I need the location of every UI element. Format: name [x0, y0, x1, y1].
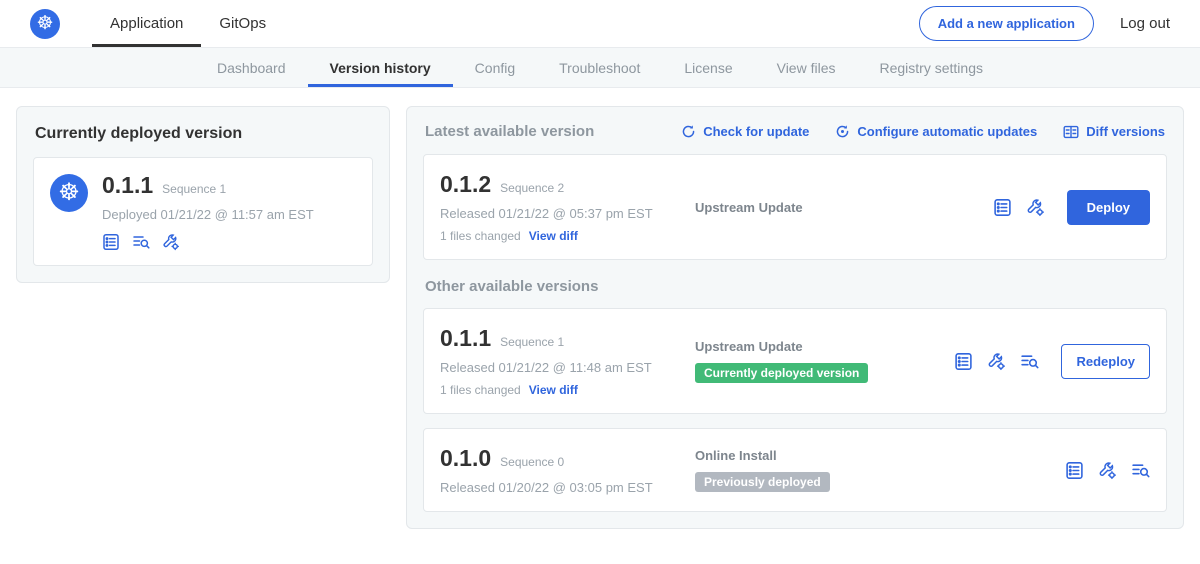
- version-source-label: Upstream Update: [695, 200, 930, 215]
- deployed-sequence-label: Sequence 1: [162, 182, 226, 196]
- currently-deployed-badge: Currently deployed version: [695, 363, 868, 383]
- release-notes-icon[interactable]: [1065, 461, 1084, 480]
- deployed-date: Deployed 01/21/22 @ 11:57 am EST: [102, 207, 314, 222]
- configure-automatic-updates-link[interactable]: Configure automatic updates: [835, 124, 1037, 140]
- subnav-item-dashboard[interactable]: Dashboard: [195, 48, 308, 87]
- subnav-item-view-files[interactable]: View files: [755, 48, 858, 87]
- tab-application[interactable]: Application: [92, 0, 201, 47]
- deployed-version-card: ☸ 0.1.1 Sequence 1 Deployed 01/21/22 @ 1…: [33, 157, 373, 266]
- diff-icon[interactable]: [1131, 461, 1150, 480]
- diff-versions-label: Diff versions: [1086, 124, 1165, 139]
- check-for-update-link[interactable]: Check for update: [681, 124, 809, 140]
- logout-button[interactable]: Log out: [1120, 15, 1170, 32]
- diff-icon[interactable]: [1020, 352, 1039, 371]
- config-icon[interactable]: [1098, 461, 1117, 480]
- subnav-item-license[interactable]: License: [662, 48, 754, 87]
- diff-versions-link[interactable]: Diff versions: [1063, 124, 1165, 140]
- view-diff-link[interactable]: View diff: [529, 383, 578, 397]
- version-number: 0.1.2: [440, 171, 491, 198]
- available-versions-panel: Latest available version Check for updat…: [406, 106, 1184, 529]
- deployed-version-number: 0.1.1: [102, 172, 153, 199]
- configure-automatic-updates-label: Configure automatic updates: [857, 124, 1037, 139]
- add-new-application-button[interactable]: Add a new application: [919, 6, 1094, 41]
- version-source-label: Online Install: [695, 448, 930, 463]
- subnav-item-config[interactable]: Config: [453, 48, 537, 87]
- latest-available-title: Latest available version: [425, 123, 594, 140]
- subnav-item-registry-settings[interactable]: Registry settings: [858, 48, 1005, 87]
- diff-versions-icon: [1063, 124, 1079, 140]
- released-date: Released 01/20/22 @ 03:05 pm EST: [440, 480, 695, 495]
- release-notes-icon[interactable]: [102, 233, 120, 251]
- tab-gitops[interactable]: GitOps: [201, 0, 284, 47]
- version-number: 0.1.0: [440, 445, 491, 472]
- deploy-button[interactable]: Deploy: [1067, 190, 1150, 225]
- app-icon: ☸: [50, 174, 88, 212]
- files-changed-label: 1 files changed: [440, 229, 521, 243]
- version-number: 0.1.1: [440, 325, 491, 352]
- sequence-label: Sequence 1: [500, 335, 564, 349]
- sequence-label: Sequence 0: [500, 455, 564, 469]
- version-card-011: 0.1.1 Sequence 1 Released 01/21/22 @ 11:…: [423, 308, 1167, 414]
- config-icon[interactable]: [1026, 198, 1045, 217]
- auto-update-icon: [835, 124, 850, 139]
- redeploy-button[interactable]: Redeploy: [1061, 344, 1150, 379]
- released-date: Released 01/21/22 @ 05:37 pm EST: [440, 206, 695, 221]
- kubernetes-logo-icon: ☸: [30, 9, 60, 39]
- other-versions-title: Other available versions: [425, 278, 1165, 295]
- config-icon[interactable]: [987, 352, 1006, 371]
- subnav-item-version-history[interactable]: Version history: [308, 48, 453, 87]
- subnav-item-troubleshoot[interactable]: Troubleshoot: [537, 48, 662, 87]
- latest-version-card: 0.1.2 Sequence 2 Released 01/21/22 @ 05:…: [423, 154, 1167, 260]
- release-notes-icon[interactable]: [993, 198, 1012, 217]
- sequence-label: Sequence 2: [500, 181, 564, 195]
- previously-deployed-badge: Previously deployed: [695, 472, 830, 492]
- currently-deployed-title: Currently deployed version: [35, 125, 373, 143]
- check-for-update-label: Check for update: [703, 124, 809, 139]
- main-content: Currently deployed version ☸ 0.1.1 Seque…: [0, 88, 1200, 547]
- refresh-icon: [681, 124, 696, 139]
- release-notes-icon[interactable]: [954, 352, 973, 371]
- app-subnav: Dashboard Version history Config Trouble…: [0, 48, 1200, 88]
- currently-deployed-panel: Currently deployed version ☸ 0.1.1 Seque…: [16, 106, 390, 283]
- diff-icon[interactable]: [132, 233, 150, 251]
- files-changed-label: 1 files changed: [440, 383, 521, 397]
- config-icon[interactable]: [162, 233, 180, 251]
- version-source-label: Upstream Update: [695, 339, 930, 354]
- view-diff-link[interactable]: View diff: [529, 229, 578, 243]
- released-date: Released 01/21/22 @ 11:48 am EST: [440, 360, 695, 375]
- version-card-010: 0.1.0 Sequence 0 Released 01/20/22 @ 03:…: [423, 428, 1167, 512]
- top-navigation-bar: ☸ Application GitOps Add a new applicati…: [0, 0, 1200, 48]
